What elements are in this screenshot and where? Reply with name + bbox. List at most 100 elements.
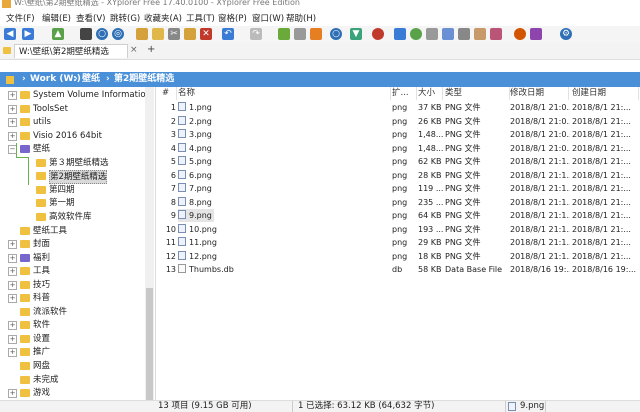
menu-go[interactable]: 跳转(G)	[110, 12, 140, 24]
desktop-icon[interactable]	[80, 28, 92, 40]
tree-item[interactable]: 流派软件	[0, 306, 145, 318]
tree-item[interactable]: 第一期	[0, 197, 145, 209]
file-row[interactable]: 12 12.png png 18 KB PNG 文件 2018/8/1 21:1... 20…	[158, 250, 640, 264]
file-row[interactable]: 2 2.png png 26 KB PNG 文件 2018/8/1 21:0... 2018…	[158, 115, 640, 129]
search-icon[interactable]: ○	[96, 28, 108, 40]
brush-icon[interactable]	[530, 28, 542, 40]
file-row[interactable]: 3 3.png png 1,48... PNG 文件 2018/8/1 21:0... 20…	[158, 128, 640, 142]
tree-item[interactable]: + 推广	[0, 346, 145, 358]
expand-icon[interactable]: +	[8, 91, 17, 100]
panes-icon[interactable]	[394, 28, 406, 40]
tree-item[interactable]: 网盘	[0, 360, 145, 372]
menu-help[interactable]: 帮助(H)	[286, 12, 316, 24]
expand-icon[interactable]: +	[8, 104, 17, 114]
tree-item[interactable]: + Visio 2016 64bit	[0, 130, 145, 142]
tree-icon[interactable]	[410, 28, 422, 40]
menu-window[interactable]: 窗口(W)	[252, 12, 284, 24]
new-file-icon[interactable]	[136, 28, 148, 40]
tree-item[interactable]: 第2期壁纸精选	[0, 170, 145, 185]
col-header-created[interactable]: 创建日期	[572, 87, 639, 100]
file-row[interactable]: 6 6.png png 28 KB PNG 文件 2018/8/1 21:1... 2018…	[158, 169, 640, 183]
folder-tree[interactable]: + System Volume Information + ToolsSet + util…	[0, 87, 156, 401]
file-row[interactable]: 4 4.png png 1,48... PNG 文件 2018/8/1 21:0... 20…	[158, 142, 640, 156]
expand-icon[interactable]: +	[8, 118, 17, 128]
back-icon[interactable]: ◀	[4, 28, 16, 40]
tree-item[interactable]: + 工具	[0, 265, 145, 277]
menu-view[interactable]: 查看(V)	[76, 12, 105, 24]
info-icon[interactable]	[294, 28, 306, 40]
file-row[interactable]: 7 7.png png 119 ... PNG 文件 2018/8/1 21:1... 20…	[158, 182, 640, 196]
menu-panes[interactable]: 窗格(P)	[218, 12, 247, 24]
expand-icon[interactable]: +	[8, 321, 17, 331]
col-header-ext[interactable]: 扩...	[392, 87, 417, 100]
tree-item[interactable]: + utils	[0, 116, 145, 128]
expand-icon[interactable]: +	[8, 389, 17, 399]
tree-item[interactable]: + ToolsSet	[0, 103, 145, 115]
col-header-size[interactable]: 大小	[418, 87, 443, 100]
delete-icon[interactable]: ✕	[200, 28, 212, 40]
tree-item[interactable]: 壁纸工具	[0, 225, 145, 237]
tree-item[interactable]: 第３期壁纸精选	[0, 157, 145, 169]
forward-icon[interactable]: ▶	[22, 28, 34, 40]
copy-icon[interactable]	[152, 28, 164, 40]
tree-item[interactable]: + 封面	[0, 238, 145, 250]
file-row[interactable]: 13 Thumbs.db db 58 KB Data Base File 2018/8/1…	[158, 263, 640, 277]
col-header-name[interactable]: 名称	[178, 87, 391, 100]
tab-current-folder[interactable]: W:\壁纸\第2期壁纸精选	[14, 44, 128, 58]
cut-icon[interactable]: ✂	[168, 28, 180, 40]
tree-item[interactable]: + System Volume Information	[0, 89, 151, 101]
columns-icon[interactable]	[458, 28, 470, 40]
close-icon[interactable]: ×	[130, 45, 138, 55]
plugin-icon[interactable]	[514, 28, 526, 40]
breadcrumb-current[interactable]: 第2期壁纸精选	[114, 72, 174, 87]
paste-icon[interactable]	[184, 28, 196, 40]
find-icon[interactable]: ○	[330, 28, 342, 40]
menu-edit[interactable]: 编辑(E)	[42, 12, 71, 24]
file-row[interactable]: 9 9.png png 64 KB PNG 文件 2018/8/1 21:1... 2018…	[158, 209, 640, 223]
file-list[interactable]: # 名称 扩... 大小 类型 修改日期 创建日期 1 1.png png 37 KB…	[158, 87, 640, 401]
tree-item[interactable]: − 壁纸	[0, 143, 145, 155]
redo-icon[interactable]: ↷	[250, 28, 262, 40]
add-tab-button[interactable]: +	[147, 44, 155, 55]
tree-item[interactable]: + 设置	[0, 333, 145, 345]
tree-item[interactable]: + 科普	[0, 292, 145, 304]
expand-icon[interactable]: +	[8, 267, 17, 277]
tree-item[interactable]: 第四期	[0, 184, 145, 196]
expand-icon[interactable]: +	[8, 348, 17, 358]
file-row[interactable]: 11 11.png png 29 KB PNG 文件 2018/8/1 21:1... 20…	[158, 236, 640, 250]
file-row[interactable]: 1 1.png png 37 KB PNG 文件 2018/8/1 21:0... 2018…	[158, 101, 640, 115]
undo-icon[interactable]: ↶	[222, 28, 234, 40]
breadcrumb-folder[interactable]: 壁纸	[82, 72, 100, 87]
file-row[interactable]: 8 8.png png 235 ... PNG 文件 2018/8/1 21:1... 20…	[158, 196, 640, 210]
expand-icon[interactable]: +	[8, 240, 17, 250]
grid-icon[interactable]	[426, 28, 438, 40]
col-header-modified[interactable]: 修改日期	[510, 87, 569, 100]
file-row[interactable]: 5 5.png png 62 KB PNG 文件 2018/8/1 21:1... 2018…	[158, 155, 640, 169]
expand-icon[interactable]: +	[8, 280, 17, 290]
tree-item[interactable]: + 软件	[0, 319, 145, 331]
preview-icon[interactable]	[278, 28, 290, 40]
globe-icon[interactable]: ◎	[112, 28, 124, 40]
filter-icon[interactable]: ▼	[350, 28, 362, 40]
tree-scroll-thumb[interactable]	[146, 288, 153, 400]
edit-icon[interactable]	[310, 28, 322, 40]
dual-pane-icon[interactable]	[442, 28, 454, 40]
expand-icon[interactable]: +	[8, 131, 17, 141]
color-filter-icon[interactable]	[372, 28, 384, 40]
tree-item[interactable]: + 技巧	[0, 279, 145, 291]
tree-item[interactable]: 未完成	[0, 374, 145, 386]
tree-item[interactable]: 高效软件库	[0, 211, 145, 223]
expand-icon[interactable]: +	[8, 253, 17, 263]
expand-icon[interactable]: +	[8, 334, 17, 344]
menu-tools[interactable]: 工具(T)	[186, 12, 215, 24]
file-row[interactable]: 10 10.png png 193 ... PNG 文件 2018/8/1 21:1...…	[158, 223, 640, 237]
col-header-num[interactable]: #	[162, 87, 177, 100]
menu-file[interactable]: 文件(F)	[6, 12, 35, 24]
bookmark-icon[interactable]	[490, 28, 502, 40]
menu-favorites[interactable]: 收藏夹(A)	[144, 12, 182, 24]
col-header-type[interactable]: 类型	[445, 87, 510, 100]
up-icon[interactable]: ▲	[52, 28, 64, 40]
tree-item[interactable]: + 游戏	[0, 387, 145, 399]
tree-item[interactable]: + 福利	[0, 252, 145, 264]
settings-icon[interactable]: ⚙	[560, 28, 572, 40]
